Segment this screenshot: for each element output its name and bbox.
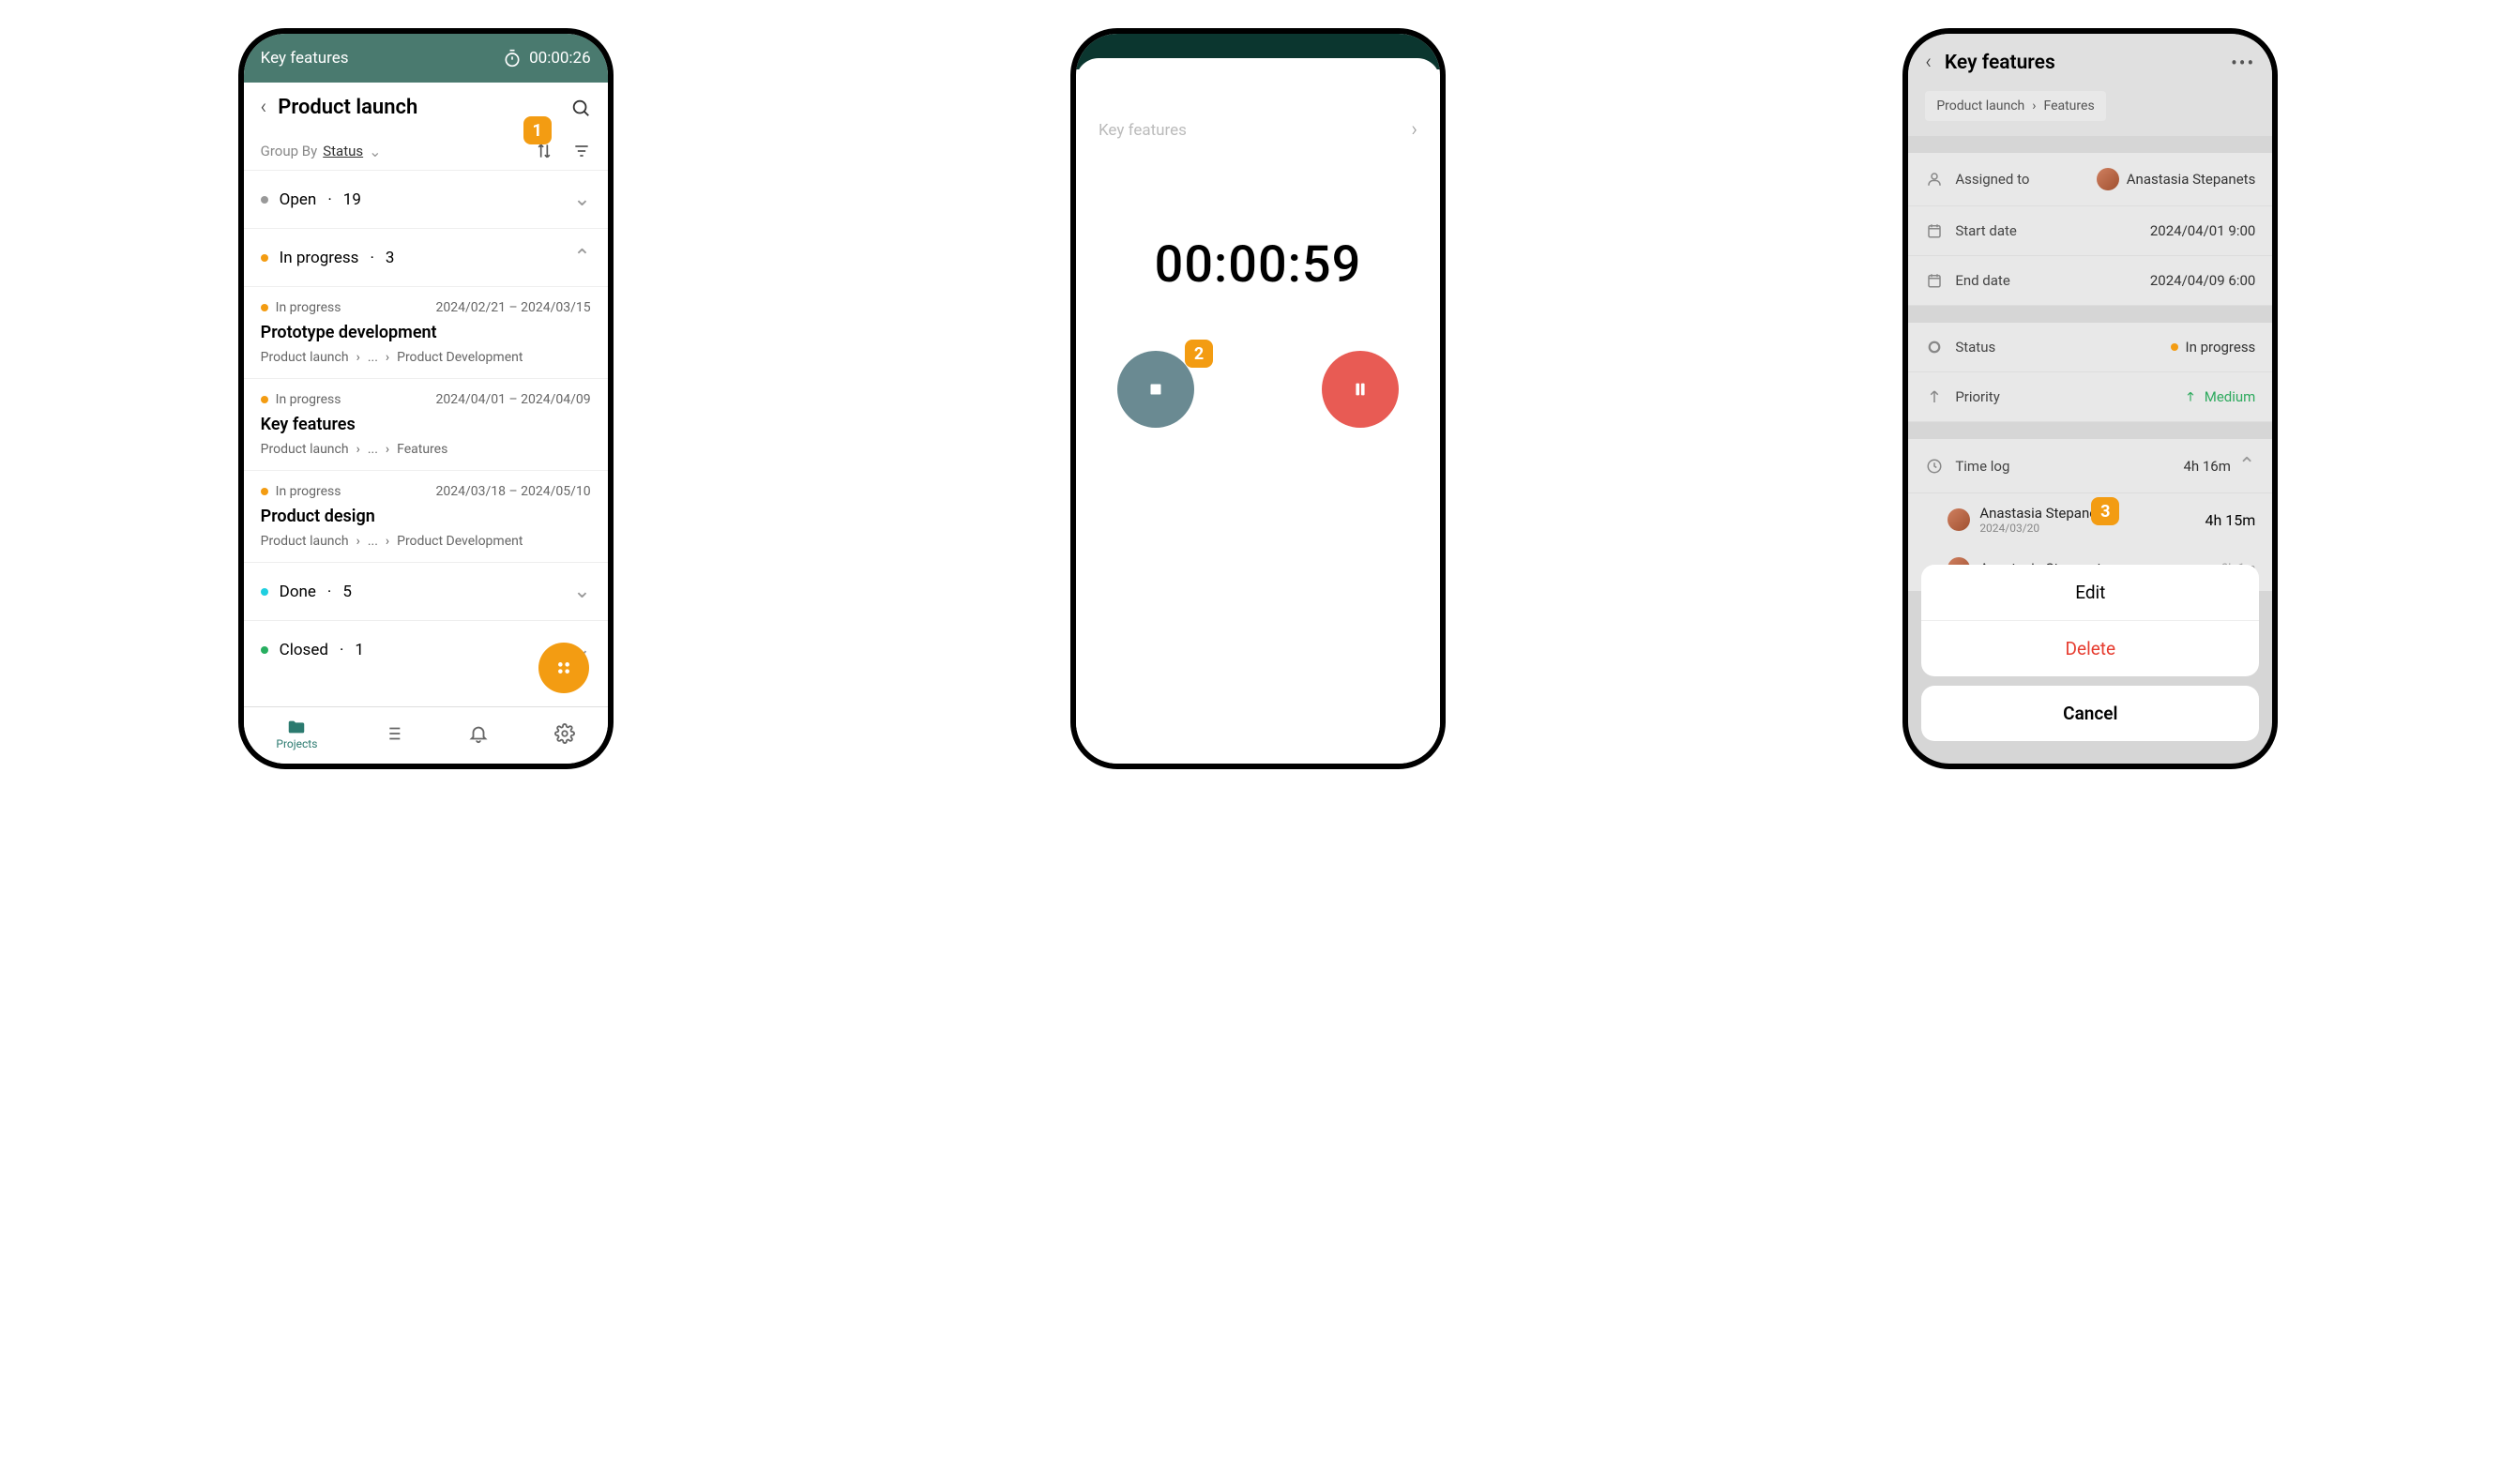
clock-icon — [1925, 457, 1944, 476]
arrow-up-icon — [1925, 387, 1944, 406]
sort-icon[interactable] — [535, 142, 553, 160]
tab-list[interactable] — [383, 723, 403, 744]
timelog-row[interactable]: Time log 4h 16m⌃ — [1908, 439, 2272, 493]
group-inprogress[interactable]: In progress·3 ⌃ — [244, 228, 608, 286]
circle-icon — [1925, 338, 1944, 356]
breadcrumb[interactable]: Product launch›Features — [1925, 91, 2105, 121]
dots-grid-icon — [553, 658, 574, 678]
pause-icon — [1350, 379, 1371, 400]
task-card[interactable]: In progress2024/02/21 – 2024/03/15 Proto… — [244, 286, 608, 378]
page-title: Product launch — [278, 96, 417, 119]
assigned-row[interactable]: Assigned to Anastasia Stepanets — [1908, 153, 2272, 206]
detail-title: Key features — [1945, 52, 2055, 74]
chevron-down-icon: ⌄ — [573, 188, 590, 211]
chevron-right-icon: › — [1411, 118, 1417, 142]
callout-1: 1 — [523, 116, 552, 144]
breadcrumb: Product launch›...›Features — [261, 442, 591, 457]
status-dot — [261, 196, 268, 204]
status-dot — [2171, 343, 2178, 351]
delete-button[interactable]: Delete — [1921, 621, 2259, 676]
task-card[interactable]: In progress2024/04/01 – 2024/04/09 Key f… — [244, 378, 608, 470]
timer-display: 00:00:59 — [1099, 235, 1417, 295]
time-log-entry[interactable]: Anastasia Stepanets2024/03/20 3 4h 15m — [1908, 493, 2272, 546]
group-by-value[interactable]: Status — [323, 143, 363, 159]
start-date-row[interactable]: Start date 2024/04/01 9:00 — [1908, 206, 2272, 256]
calendar-icon — [1925, 271, 1944, 290]
chevron-up-icon: ⌃ — [2238, 454, 2255, 477]
tab-settings[interactable] — [554, 723, 575, 744]
breadcrumb: Product launch›...›Product Development — [261, 350, 591, 365]
stop-icon — [1145, 379, 1166, 400]
priority-row[interactable]: Priority Medium — [1908, 372, 2272, 422]
header-title: Key features — [261, 49, 349, 68]
task-card[interactable]: In progress2024/03/18 – 2024/05/10 Produ… — [244, 470, 608, 562]
edit-button[interactable]: Edit — [1921, 565, 2259, 621]
group-by-label: Group By — [261, 143, 318, 159]
stop-button[interactable] — [1117, 351, 1194, 428]
chevron-down-icon: ⌄ — [573, 580, 590, 603]
bell-icon — [468, 723, 489, 744]
timer-sheet: Key features › 00:00:59 2 — [1076, 58, 1440, 764]
back-icon[interactable]: ‹ — [261, 96, 267, 119]
header-timer[interactable]: 00:00:26 — [503, 49, 591, 68]
fab-menu[interactable] — [538, 643, 589, 693]
filter-icon[interactable] — [572, 142, 591, 160]
tab-bar: Projects — [244, 706, 608, 764]
tab-projects[interactable]: Projects — [276, 717, 317, 750]
group-done[interactable]: Done·5 ⌄ — [244, 562, 608, 620]
phone-1: Key features 00:00:26 ‹ Product launch 1… — [238, 28, 614, 769]
avatar — [1948, 508, 1970, 531]
callout-3: 3 — [2091, 497, 2119, 525]
cancel-button[interactable]: Cancel — [1921, 686, 2259, 741]
gear-icon — [554, 723, 575, 744]
person-icon — [1925, 170, 1944, 189]
breadcrumb: Product launch›...›Product Development — [261, 534, 591, 549]
more-icon[interactable]: ••• — [2231, 52, 2255, 74]
arrow-up-icon — [2184, 390, 2197, 403]
pause-button[interactable] — [1322, 351, 1399, 428]
group-open[interactable]: Open·19 ⌄ — [244, 170, 608, 228]
chevron-up-icon: ⌃ — [573, 246, 590, 269]
breadcrumb-wrap: Product launch›Features — [1908, 91, 2272, 136]
action-sheet: Edit Delete Cancel — [1921, 565, 2259, 750]
end-date-row[interactable]: End date 2024/04/09 6:00 — [1908, 256, 2272, 306]
timer-value: 00:00:26 — [529, 49, 591, 68]
callout-2: 2 — [1185, 340, 1213, 368]
task-selector[interactable]: Key features › — [1099, 118, 1417, 142]
avatar — [2097, 168, 2119, 190]
folder-icon — [286, 717, 307, 737]
status-dot — [261, 646, 268, 654]
status-header: Key features 00:00:26 — [244, 34, 608, 83]
back-icon[interactable]: ‹ — [1925, 51, 1932, 74]
calendar-icon — [1925, 221, 1944, 240]
status-dot — [261, 588, 268, 596]
list-icon — [383, 723, 403, 744]
phone-2: Key features › 00:00:59 2 — [1070, 28, 1446, 769]
detail-header: ‹ Key features ••• — [1908, 34, 2272, 91]
phone-3: ‹ Key features ••• Product launch›Featur… — [1902, 28, 2278, 769]
status-row[interactable]: Status In progress — [1908, 323, 2272, 372]
stopwatch-icon — [503, 49, 522, 68]
status-dot — [261, 254, 268, 262]
tab-notifications[interactable] — [468, 723, 489, 744]
search-icon[interactable] — [570, 98, 591, 118]
